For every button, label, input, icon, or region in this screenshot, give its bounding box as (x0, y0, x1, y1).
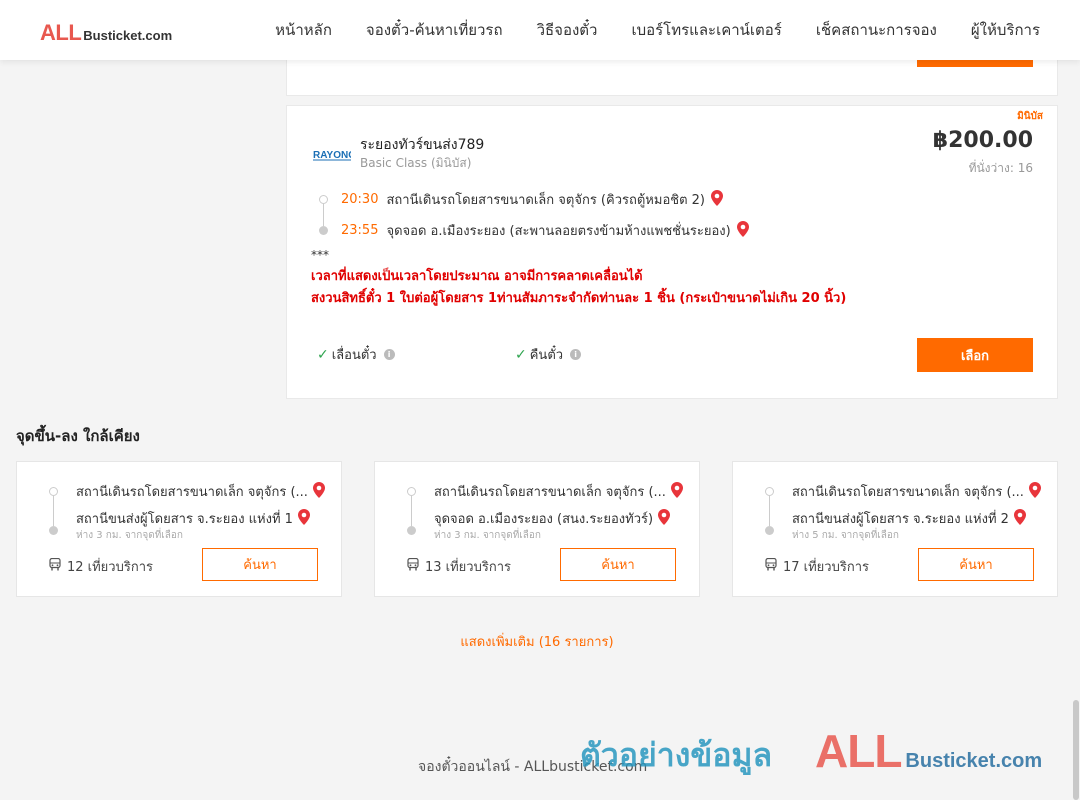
map-pin-icon[interactable] (658, 508, 671, 529)
nav-book-search[interactable]: จองตั๋ว-ค้นหาเที่ยวรถ (366, 18, 503, 42)
select-trip-button[interactable]: เลือก (917, 338, 1033, 372)
from-dot (407, 487, 416, 496)
nearby-to-label: จุดจอด อ.เมืองระยอง (สนง.ระยองทัวร์) (434, 512, 654, 527)
nearby-to-label: สถานีขนส่งผู้โดยสาร จ.ระยอง แห่งที่ 2 (792, 512, 1009, 527)
operator-logo-text: RAYONG (313, 150, 351, 161)
watermark-logo-rest: Busticket.com (905, 750, 1043, 772)
map-pin-icon[interactable] (1013, 508, 1026, 529)
operator-logo: RAYONG (313, 146, 351, 162)
nearby-to: สถานีขนส่งผู้โดยสาร จ.ระยอง แห่งที่ 2 (792, 508, 1026, 529)
nearby-trips: 13 เที่ยวบริการ (407, 556, 511, 577)
trip-route: 20:30 สถานีเดินรถโดยสารขนาดเล็ก จตุจักร … (311, 184, 1011, 246)
map-pin-icon[interactable] (297, 508, 310, 529)
nearby-from: สถานีเดินรถโดยสารขนาดเล็ก จตุจักร (... (76, 481, 325, 502)
arrival-time: 23:55 (341, 223, 379, 238)
nearby-search-button[interactable]: ค้นหา (202, 548, 318, 581)
nearby-trips-label: 17 เที่ยวบริการ (783, 560, 869, 575)
operator-name: ระยองทัวร์ขนส่ง789 (360, 137, 485, 153)
seats-available: ที่นั่งว่าง: 16 (968, 161, 1033, 175)
route-line (53, 496, 54, 526)
nearby-trips: 17 เที่ยวบริการ (765, 556, 869, 577)
nav-how-to-book[interactable]: วิธีจองตั๋ว (537, 18, 598, 42)
nearby-to: สถานีขนส่งผู้โดยสาร จ.ระยอง แห่งที่ 1 (76, 508, 310, 529)
scrollbar-thumb[interactable] (1073, 700, 1079, 800)
nearby-distance: ห่าง 3 กม. จากจุดที่เลือก (76, 530, 183, 541)
logo-all: ALL (40, 20, 82, 45)
top-header: ALL Busticket.com หน้าหลัก จองตั๋ว-ค้นหา… (0, 0, 1080, 60)
departure-stop: 20:30 สถานีเดินรถโดยสารขนาดเล็ก จตุจักร … (311, 184, 1011, 215)
route-line (411, 496, 412, 526)
nearby-from-label: สถานีเดินรถโดยสารขนาดเล็ก จตุจักร (... (434, 485, 666, 500)
nearby-to: จุดจอด อ.เมืองระยอง (สนง.ระยองทัวร์) (434, 508, 671, 529)
feature-change-label: เลื่อนตั๋ว (331, 348, 377, 363)
watermark-text: ตัวอย่างข้อมูล (580, 736, 773, 774)
logo-rest: Busticket.com (83, 28, 173, 43)
to-dot (765, 526, 774, 535)
watermark-logo-all: ALL (815, 725, 902, 777)
info-icon[interactable]: i (383, 349, 395, 360)
ticket-price: ฿200.00 (932, 128, 1033, 153)
to-dot (49, 526, 58, 535)
feature-change-ticket: ✓ เลื่อนตั๋ว i (317, 344, 395, 365)
map-pin-icon[interactable] (312, 481, 325, 502)
page-scrollbar[interactable] (1072, 60, 1080, 800)
departure-time: 20:30 (341, 192, 379, 207)
bus-icon (765, 557, 777, 575)
feature-refund-ticket: ✓ คืนตั๋ว i (515, 344, 582, 365)
nearby-distance: ห่าง 5 กม. จากจุดที่เลือก (792, 530, 899, 541)
nav-contact[interactable]: เบอร์โทรและเคาน์เตอร์ (631, 18, 781, 42)
arrival-stop: 23:55 จุดจอด อ.เมืองระยอง (สะพานลอยตรงข้… (311, 215, 1011, 246)
bus-class: Basic Class (มินิบัส) (360, 156, 472, 170)
from-dot (765, 487, 774, 496)
nearby-from-label: สถานีเดินรถโดยสารขนาดเล็ก จตุจักร (... (76, 485, 308, 500)
info-icon[interactable]: i (570, 349, 582, 360)
nav-home[interactable]: หน้าหลัก (275, 18, 332, 42)
nearby-card: สถานีเดินรถโดยสารขนาดเล็ก จตุจักร (... ส… (732, 461, 1058, 597)
nearby-card: สถานีเดินรถโดยสารขนาดเล็ก จตุจักร (... ส… (16, 461, 342, 597)
from-dot (49, 487, 58, 496)
nearby-trips-label: 13 เที่ยวบริการ (425, 560, 511, 575)
map-pin-icon[interactable] (670, 481, 683, 502)
nearby-search-button[interactable]: ค้นหา (918, 548, 1034, 581)
vehicle-type-tag: มินิบัส (1017, 111, 1043, 122)
nearby-to-label: สถานีขนส่งผู้โดยสาร จ.ระยอง แห่งที่ 1 (76, 512, 293, 527)
bus-icon (49, 557, 61, 575)
trip-card: มินิบัส RAYONG ระยองทัวร์ขนส่ง789 Basic … (286, 105, 1058, 399)
notes-stars: *** (311, 248, 329, 262)
nearby-search-button[interactable]: ค้นหา (560, 548, 676, 581)
check-icon: ✓ (317, 346, 329, 363)
to-dot (407, 526, 416, 535)
show-more-link[interactable]: แสดงเพิ่มเติม (16 รายการ) (0, 631, 1074, 652)
nearby-trips: 12 เที่ยวบริการ (49, 556, 153, 577)
notes-time-warning: เวลาที่แสดงเป็นเวลาโดยประมาณ อาจมีการคลา… (311, 269, 643, 284)
watermark-logo: ALL Busticket.com (815, 724, 1042, 778)
nav-operators[interactable]: ผู้ให้บริการ (971, 18, 1040, 42)
nearby-section-title: จุดขึ้น-ลง ใกล้เคียง (16, 427, 140, 445)
nearby-from: สถานีเดินรถโดยสารขนาดเล็ก จตุจักร (... (792, 481, 1041, 502)
route-line (769, 496, 770, 526)
feature-refund-label: คืนตั๋ว (529, 348, 564, 363)
nearby-trips-label: 12 เที่ยวบริการ (67, 560, 153, 575)
main-nav: หน้าหลัก จองตั๋ว-ค้นหาเที่ยวรถ วิธีจองตั… (275, 0, 1040, 60)
map-pin-icon[interactable] (736, 220, 749, 241)
nearby-from-label: สถานีเดินรถโดยสารขนาดเล็ก จตุจักร (... (792, 485, 1024, 500)
site-logo[interactable]: ALL Busticket.com (40, 20, 172, 46)
departure-place: สถานีเดินรถโดยสารขนาดเล็ก จตุจักร (คิวรถ… (386, 193, 705, 208)
nearby-from: สถานีเดินรถโดยสารขนาดเล็ก จตุจักร (... (434, 481, 683, 502)
map-pin-icon[interactable] (1028, 481, 1041, 502)
nearby-distance: ห่าง 3 กม. จากจุดที่เลือก (434, 530, 541, 541)
nearby-card: สถานีเดินรถโดยสารขนาดเล็ก จตุจักร (... จ… (374, 461, 700, 597)
check-icon: ✓ (515, 346, 527, 363)
notes-baggage-policy: สงวนสิทธิ์ตั๋ว 1 ใบต่อผู้โดยสาร 1ท่านสัม… (311, 291, 847, 306)
arrival-place: จุดจอด อ.เมืองระยอง (สะพานลอยตรงข้ามห้าง… (386, 224, 731, 239)
nav-check-status[interactable]: เช็คสถานะการจอง (816, 18, 937, 42)
map-pin-icon[interactable] (711, 189, 723, 210)
bus-icon (407, 557, 419, 575)
trip-notes: *** เวลาที่แสดงเป็นเวลาโดยประมาณ อาจมีกา… (311, 244, 846, 310)
